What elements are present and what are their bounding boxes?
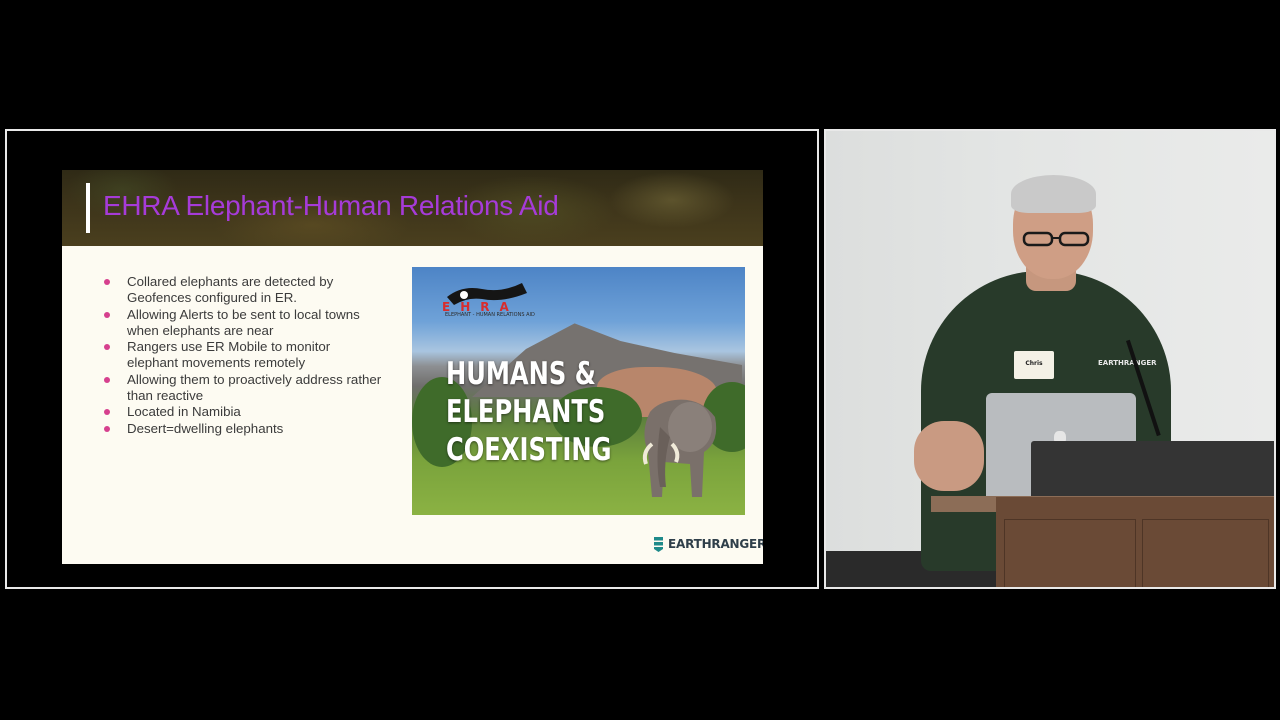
podium-panel — [1142, 519, 1269, 587]
speaker-camera-feed: Chris EARTHRANGER — [824, 129, 1276, 589]
slide-title: EHRA Elephant-Human Relations Aid — [103, 190, 559, 221]
earthranger-logo-text: EARTHRANGER — [668, 537, 763, 551]
bullet-item: Located in Namibia — [102, 404, 382, 420]
podium-panel — [1004, 519, 1136, 587]
bullet-item: Allowing them to proactively address rat… — [102, 372, 382, 405]
bullet-list: Collared elephants are detected by Geofe… — [102, 274, 382, 437]
bullet-dot-icon — [104, 311, 110, 318]
speaker-arm — [914, 421, 984, 491]
speaker-hair — [1011, 175, 1096, 213]
bullet-item: Collared elephants are detected by Geofe… — [102, 274, 382, 307]
earthranger-logo-icon — [654, 536, 663, 552]
bullet-item: Desert=dwelling elephants — [102, 421, 382, 437]
presentation-slide: EHRA Elephant-Human Relations Aid Collar… — [62, 170, 763, 564]
bullet-item: Allowing Alerts to be sent to local town… — [102, 307, 382, 340]
ehra-logo-subtitle: ELEPHANT - HUMAN RELATIONS AID — [445, 312, 535, 318]
headline-line: HUMANS & — [446, 356, 596, 392]
bullet-dot-icon — [104, 425, 110, 432]
glasses-icon — [1022, 231, 1090, 247]
headline-line: ELEPHANTS — [446, 394, 606, 430]
bullet-dot-icon — [104, 344, 110, 351]
bullet-dot-icon — [104, 279, 110, 285]
bullet-item: Rangers use ER Mobile to monitor elephan… — [102, 339, 382, 372]
headline-line: COEXISTING — [446, 432, 612, 468]
photo-headline: HUMANS & ELEPHANTS COEXISTING — [446, 355, 611, 469]
earthranger-logo: EARTHRANGER — [654, 536, 763, 552]
slide-panel: EHRA Elephant-Human Relations Aid Collar… — [5, 129, 819, 589]
elephant-photo: EHRA ELEPHANT - HUMAN RELATIONS AID HUMA… — [412, 267, 745, 515]
title-accent-bar — [86, 183, 90, 233]
podium-top — [1031, 441, 1274, 497]
bullet-dot-icon — [104, 376, 110, 383]
slide-header-banner: EHRA Elephant-Human Relations Aid — [62, 170, 763, 246]
name-badge: Chris — [1014, 351, 1054, 379]
bullet-dot-icon — [104, 409, 110, 416]
elephant-icon — [642, 399, 717, 497]
shirt-logo: EARTHRANGER — [1098, 359, 1157, 367]
